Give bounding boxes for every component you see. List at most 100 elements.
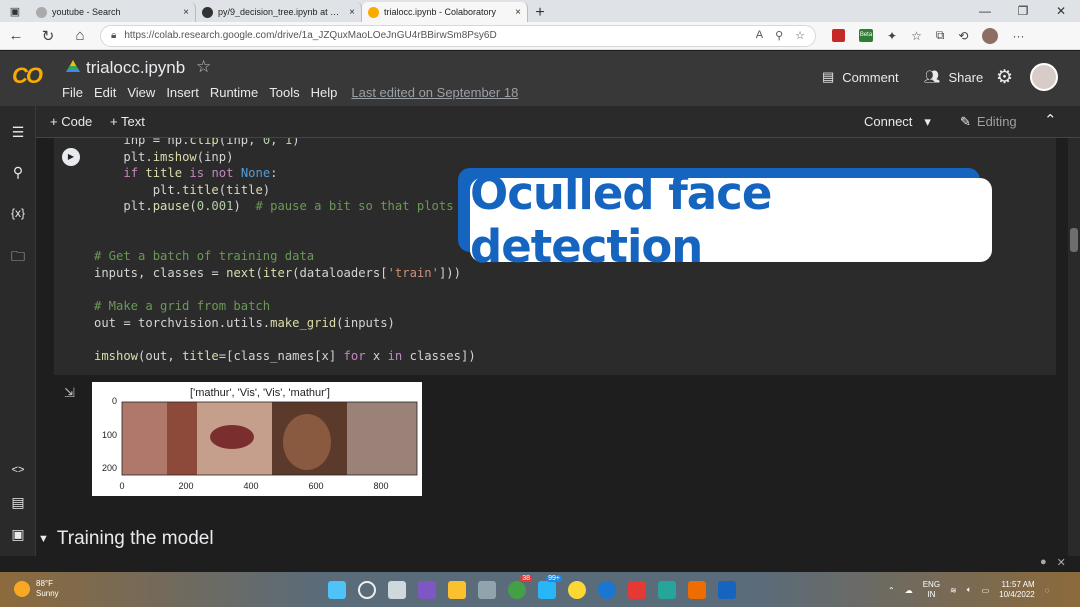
status-icons: ● ✕ (1040, 556, 1066, 569)
plot-title: ['mathur', 'Vis', 'Vis', 'mathur'] (190, 387, 330, 399)
vertical-scrollbar[interactable] (1068, 138, 1080, 572)
home-icon[interactable]: ⌂ (64, 27, 96, 44)
lock-icon: 🔒︎ (111, 30, 117, 41)
connect-button[interactable]: Connect ▾ (864, 114, 931, 130)
menu-file[interactable]: File (62, 85, 83, 100)
menu-view[interactable]: View (127, 85, 155, 100)
cloud-icon[interactable]: ☁ (905, 586, 913, 595)
scrollbar-thumb[interactable] (1070, 228, 1078, 252)
messenger-icon[interactable]: 99+ (538, 575, 562, 599)
clock-date[interactable]: 10/4/2022 (999, 590, 1035, 600)
close-window-icon[interactable]: ✕ (1042, 4, 1080, 18)
app-l-icon[interactable] (658, 581, 676, 599)
colab-logo[interactable]: CO (12, 63, 43, 89)
battery-icon[interactable]: ▭ (982, 586, 990, 595)
image-tile (122, 402, 167, 475)
store-icon[interactable] (478, 581, 496, 599)
menu-bar: File Edit View Insert Runtime Tools Help… (62, 85, 518, 100)
history-icon[interactable]: ⟲ (958, 29, 968, 43)
teams-icon[interactable] (418, 581, 436, 599)
region-label[interactable]: IN (923, 590, 940, 600)
bottom-status-bar (0, 556, 1080, 572)
code-snippets-icon[interactable]: <> (0, 464, 36, 476)
menu-insert[interactable]: Insert (166, 85, 199, 100)
minimize-icon[interactable]: — (966, 4, 1004, 18)
menu-tools[interactable]: Tools (269, 85, 299, 100)
file-explorer-icon[interactable] (448, 581, 466, 599)
url-field[interactable]: 🔒︎ https://colab.research.google.com/dri… (100, 24, 816, 47)
star-icon[interactable]: ☆ (196, 57, 211, 77)
gear-icon[interactable]: ⚙ (996, 66, 1013, 89)
tab-github-notebook[interactable]: py/9_decision_tree.ipynb at mast × (196, 2, 362, 22)
section-heading[interactable]: ▼ Training the model (36, 528, 214, 550)
add-text-button[interactable]: + Text (110, 114, 145, 129)
folder-icon[interactable]: 🗀 (0, 246, 36, 270)
comment-button[interactable]: ▤ Comment (822, 69, 899, 85)
close-tab-icon[interactable]: × (183, 7, 189, 18)
variables-icon[interactable]: {x} (0, 206, 36, 220)
code-line: inp = np.clip(inp, 0, 1) (123, 138, 300, 147)
puzzle-icon[interactable]: ✦ (887, 29, 897, 43)
window-menu-icon[interactable]: ▣ (0, 0, 30, 22)
reload-icon[interactable]: ↻ (32, 27, 64, 45)
restore-icon[interactable]: ❐ (1004, 4, 1042, 18)
menu-runtime[interactable]: Runtime (210, 85, 258, 100)
command-palette-icon[interactable]: ▤ (0, 494, 36, 511)
output-icon[interactable]: ⇲ (64, 385, 75, 401)
status-dot-icon[interactable]: ● (1040, 556, 1047, 569)
search-icon[interactable]: ⚲ (0, 164, 36, 181)
close-tab-icon[interactable]: × (349, 7, 355, 18)
chrome-icon[interactable] (568, 581, 586, 599)
back-arrow-icon[interactable]: ← (0, 27, 32, 44)
language-label[interactable]: ENG (923, 580, 940, 590)
read-aloud-icon[interactable]: A (756, 29, 763, 42)
clock-time[interactable]: 11:57 AM (999, 580, 1035, 590)
menu-help[interactable]: Help (311, 85, 338, 100)
chevron-up-icon[interactable]: ⌃ (1044, 111, 1057, 129)
edge-icon[interactable] (598, 581, 616, 599)
editing-mode-button[interactable]: ✎ Editing (960, 114, 1017, 130)
caret-down-icon[interactable]: ▼ (38, 533, 49, 545)
zoom-icon[interactable]: ⚲ (775, 29, 783, 42)
chevron-up-icon[interactable]: ⌃ (888, 586, 895, 595)
wifi-icon[interactable]: ≋ (950, 586, 957, 595)
share-label: Share (948, 69, 984, 85)
tab-youtube-search[interactable]: youtube - Search × (30, 2, 196, 22)
dropdown-arrow-icon[interactable]: ▾ (924, 114, 931, 130)
security-icon[interactable] (628, 581, 646, 599)
search-icon[interactable] (358, 581, 376, 599)
terminal-icon[interactable]: ▣ (0, 526, 36, 543)
code-editor[interactable]: inp = np.clip(inp, 0, 1) plt.imshow(inp)… (94, 138, 483, 364)
tab-colab-notebook[interactable]: trialocc.ipynb - Colaboratory × (362, 2, 528, 22)
code-line: if title is not None: (123, 166, 278, 181)
notifications-icon[interactable]: ◌ (1045, 586, 1050, 595)
share-button[interactable]: 👥︎ Share (924, 69, 983, 85)
task-view-icon[interactable] (388, 581, 406, 599)
extension-icon[interactable] (832, 29, 845, 42)
brave-icon[interactable] (688, 581, 706, 599)
extension-beta-icon[interactable]: Beta (859, 29, 873, 42)
collections-icon[interactable]: ⧉ (936, 28, 945, 43)
address-bar-row: ← ↻ ⌂ 🔒︎ https://colab.research.google.c… (0, 22, 1080, 50)
toc-icon[interactable]: ☰ (0, 124, 36, 141)
y-tick-label: 100 (102, 430, 117, 440)
start-icon[interactable] (328, 581, 346, 599)
profile-avatar[interactable] (982, 27, 999, 44)
code-line: # Get a batch of training data (94, 249, 315, 264)
add-code-button[interactable]: + Code (50, 114, 92, 129)
last-edited-link[interactable]: Last edited on September 18 (351, 85, 518, 100)
weather-widget[interactable]: 88°F Sunny (14, 579, 59, 599)
favorite-icon[interactable]: ☆ (795, 29, 805, 42)
close-tab-icon[interactable]: × (515, 7, 521, 18)
whatsapp-icon[interactable]: 38 (508, 575, 532, 599)
favorites-list-icon[interactable]: ☆ (911, 29, 922, 43)
photos-icon[interactable] (718, 581, 736, 599)
more-options-icon[interactable]: ··· (1012, 29, 1024, 43)
new-tab-button[interactable]: + (528, 4, 552, 22)
avatar[interactable] (1030, 63, 1058, 91)
notebook-title[interactable]: trialocc.ipynb (86, 58, 185, 78)
run-cell-icon[interactable]: ▶ (62, 148, 80, 166)
speaker-icon[interactable]: 🔈︎ (967, 585, 972, 595)
close-icon[interactable]: ✕ (1057, 556, 1066, 569)
menu-edit[interactable]: Edit (94, 85, 116, 100)
